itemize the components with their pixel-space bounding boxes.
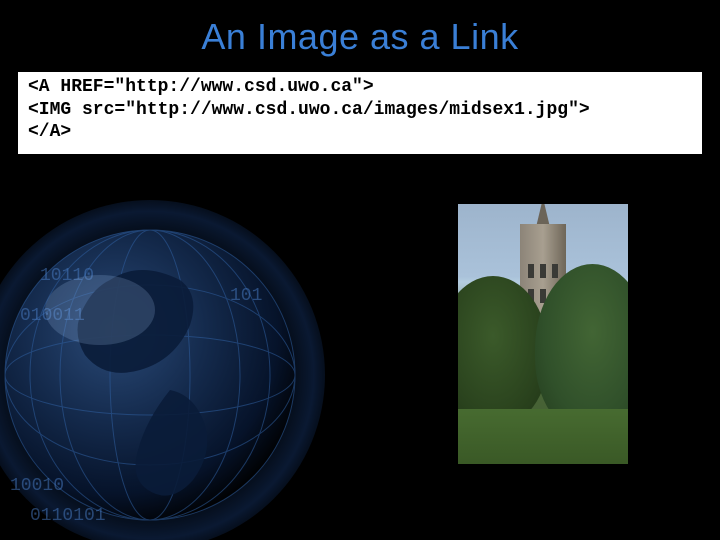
- code-line-1: <A HREF="http://www.csd.uwo.ca">: [28, 77, 374, 97]
- code-line-2: <IMG src="http://www.csd.uwo.ca/images/m…: [28, 100, 590, 120]
- slide-title: An Image as a Link: [0, 0, 720, 58]
- digital-globe-icon: 10110 010011 10010 0110101 101: [0, 190, 330, 540]
- svg-text:0110101: 0110101: [30, 506, 106, 526]
- university-tower-photo-icon: [458, 204, 628, 464]
- svg-text:10010: 10010: [10, 476, 64, 496]
- svg-text:101: 101: [230, 286, 262, 306]
- images-row: 10110 010011 10010 0110101 101: [0, 180, 720, 540]
- code-example-box: <A HREF="http://www.csd.uwo.ca"> <IMG sr…: [18, 72, 702, 154]
- code-line-3: </A>: [28, 122, 71, 142]
